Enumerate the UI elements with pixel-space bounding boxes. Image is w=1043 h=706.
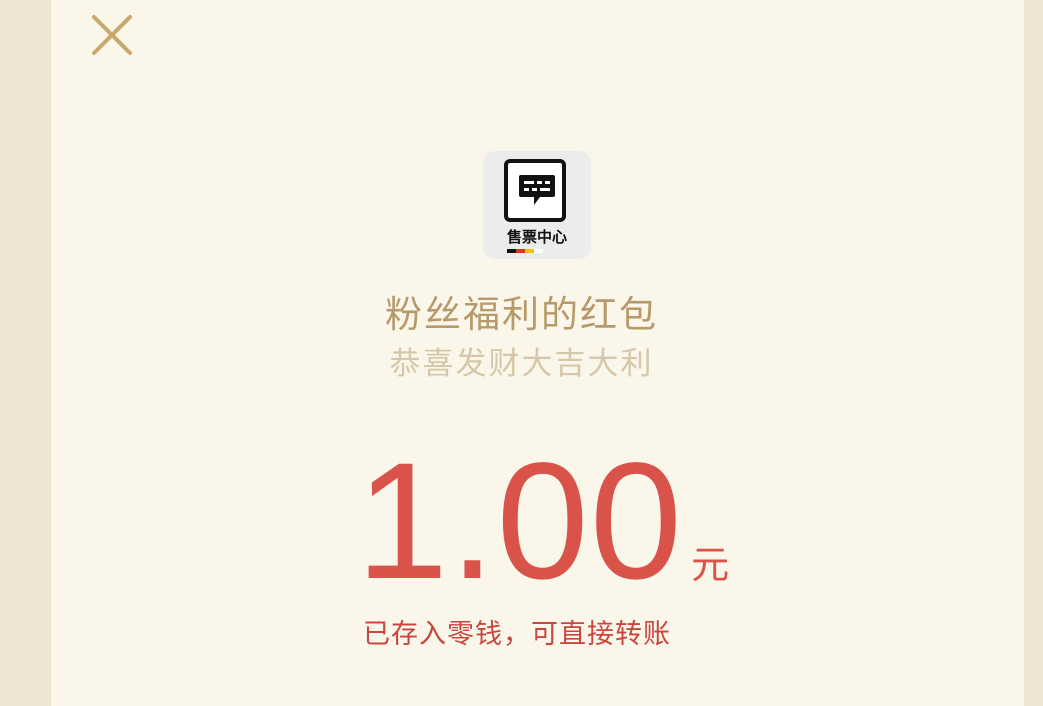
red-packet-title: 粉丝福利的红包 bbox=[385, 293, 658, 336]
close-button[interactable] bbox=[89, 12, 135, 58]
chat-bubble-icon bbox=[519, 175, 555, 205]
amount-unit: 元 bbox=[691, 543, 730, 587]
red-packet-greeting: 恭喜发财大吉大利 bbox=[389, 346, 654, 382]
close-icon bbox=[92, 15, 132, 55]
amount-display: 1.00 元 bbox=[356, 429, 730, 614]
logo-frame bbox=[504, 159, 566, 222]
amount-value: 1.00 bbox=[356, 429, 684, 614]
logo-text: 售票中心 bbox=[506, 228, 567, 246]
sender-avatar: 售票中心 bbox=[483, 151, 591, 259]
logo-color-stripes bbox=[507, 249, 543, 253]
deposit-status-link[interactable]: 已存入零钱，可直接转账 bbox=[363, 612, 671, 651]
